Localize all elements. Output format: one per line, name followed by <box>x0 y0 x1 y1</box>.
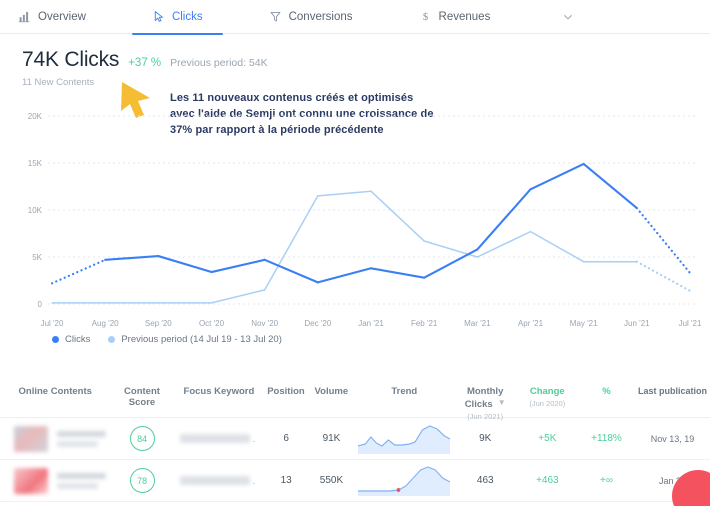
tab-revenues[interactable]: $ Revenues <box>417 0 493 34</box>
column-header-last-publication[interactable]: Last publication <box>635 386 710 397</box>
last-publication-cell: Nov 13, 19 <box>650 433 695 444</box>
focus-keyword-cell[interactable]: . <box>174 434 265 444</box>
tab-clicks[interactable]: Clicks <box>132 0 223 35</box>
content-thumbnail <box>14 467 48 494</box>
sort-monthly-clicks-caret-icon[interactable]: ▼ <box>498 397 506 408</box>
funnel-icon <box>269 10 282 23</box>
main-navigation: Overview Clicks Conversions $ Revenues <box>0 0 710 35</box>
svg-text:Mar '21: Mar '21 <box>464 319 491 328</box>
kpi-delta-badge: +37 % <box>128 57 162 69</box>
column-header-monthly-clicks-sub: (Jun 2021) <box>467 412 504 421</box>
kpi-header: 74K Clicks +37 % Previous period: 54K 11… <box>0 34 710 88</box>
tab-clicks-label: Clicks <box>171 10 203 23</box>
annotation-line-1: Les 11 nouveaux contenus créés et optimi… <box>170 92 414 104</box>
table-row[interactable]: 78 . 13 550K 463 +463 +∞ Jan 27 <box>0 460 710 502</box>
table-row[interactable]: 84 . 6 91K 9K +5K +118% Nov 13, 19 <box>0 418 710 460</box>
svg-text:May '21: May '21 <box>570 319 598 328</box>
legend-label-previous-period: Previous period (14 Jul 19 - 13 Jul 20) <box>121 334 282 345</box>
legend-item-previous-period[interactable]: Previous period (14 Jul 19 - 13 Jul 20) <box>108 334 282 345</box>
monthly-clicks-cell: 9K <box>479 433 492 444</box>
svg-text:Dec '20: Dec '20 <box>304 319 331 328</box>
column-header-online-contents[interactable]: Online Contents <box>0 386 110 397</box>
svg-text:Apr '21: Apr '21 <box>518 319 544 328</box>
svg-text:10K: 10K <box>28 206 43 215</box>
chart-legend: Clicks Previous period (14 Jul 19 - 13 J… <box>52 334 282 345</box>
percent-cell: +118% <box>591 433 622 444</box>
kpi-previous-period: Previous period: 54K <box>170 57 268 69</box>
legend-label-clicks: Clicks <box>65 334 91 345</box>
svg-text:$: $ <box>422 12 427 23</box>
monthly-clicks-cell: 463 <box>476 475 494 486</box>
trend-sparkline <box>358 465 451 496</box>
svg-text:Oct '20: Oct '20 <box>199 319 225 328</box>
tab-overview[interactable]: Overview <box>16 0 88 34</box>
content-cell[interactable] <box>0 467 111 494</box>
contents-table: Online Contents Content Score Focus Keyw… <box>0 370 710 502</box>
legend-dot-clicks <box>52 336 59 343</box>
column-header-focus-keyword[interactable]: Focus Keyword <box>174 386 265 397</box>
content-thumbnail <box>14 425 48 452</box>
table-body: 84 . 6 91K 9K +5K +118% Nov 13, 19 78 . … <box>0 418 710 502</box>
column-header-volume[interactable]: Volume <box>308 386 355 397</box>
column-header-content-score[interactable]: Content Score <box>110 386 173 408</box>
content-score-ring: 84 <box>129 426 155 451</box>
svg-text:Feb '21: Feb '21 <box>411 319 438 328</box>
trend-cell[interactable] <box>355 465 454 496</box>
bar-chart-icon <box>18 10 31 23</box>
svg-text:20K: 20K <box>28 112 43 121</box>
trend-sparkline <box>358 424 451 454</box>
tab-conversions[interactable]: Conversions <box>267 0 355 34</box>
position-cell: 6 <box>283 433 289 444</box>
content-score-ring: 78 <box>129 468 155 493</box>
dollar-icon: $ <box>419 10 432 23</box>
position-cell: 13 <box>280 475 292 486</box>
percent-cell: +∞ <box>599 475 613 486</box>
content-score-cell: 78 <box>111 468 174 493</box>
trend-cell[interactable] <box>355 424 454 454</box>
column-header-trend[interactable]: Trend <box>355 386 454 397</box>
focus-keyword-cell[interactable]: . <box>174 476 265 486</box>
tab-conversions-label: Conversions <box>288 10 353 23</box>
cursor-icon <box>152 10 165 23</box>
svg-text:Jun '21: Jun '21 <box>624 319 650 328</box>
clicks-line-chart[interactable]: 0 5K 10K 15K 20K Jul '20 Aug '20 Sep '20 Oct '20… <box>0 104 710 354</box>
svg-text:0: 0 <box>38 300 43 309</box>
svg-text:Sep '20: Sep '20 <box>145 319 172 328</box>
content-title-redacted <box>57 430 111 447</box>
svg-text:Jul '20: Jul '20 <box>41 319 64 328</box>
clicks-dashboard: Overview Clicks Conversions $ Revenues 7… <box>0 0 710 506</box>
tab-overview-label: Overview <box>38 10 86 23</box>
svg-text:Nov '20: Nov '20 <box>251 319 278 328</box>
column-header-change-sub: (Jun 2020) <box>529 399 566 408</box>
volume-cell: 550K <box>319 475 344 486</box>
legend-item-clicks[interactable]: Clicks <box>52 334 90 345</box>
svg-text:15K: 15K <box>28 159 43 168</box>
column-header-change[interactable]: Change (Jun 2020) <box>517 386 578 409</box>
content-cell[interactable] <box>0 425 111 452</box>
column-header-position[interactable]: Position <box>264 386 307 397</box>
column-header-change-label: Change <box>529 386 565 397</box>
svg-text:5K: 5K <box>32 253 42 262</box>
change-cell: +5K <box>538 433 557 444</box>
volume-cell: 91K <box>322 433 341 444</box>
svg-text:Jan '21: Jan '21 <box>358 319 384 328</box>
svg-text:Aug '20: Aug '20 <box>92 319 119 328</box>
more-tabs-chevron-down-icon[interactable] <box>562 11 574 23</box>
column-header-monthly-clicks[interactable]: Monthly Clicks ▼ (Jun 2021) <box>454 386 517 422</box>
content-score-cell: 84 <box>111 426 174 451</box>
change-cell: +463 <box>536 475 559 486</box>
tab-revenues-label: Revenues <box>438 10 491 23</box>
kpi-value: 74K Clicks <box>22 48 120 71</box>
svg-text:Jul '21: Jul '21 <box>679 319 702 328</box>
table-header-row: Online Contents Content Score Focus Keyw… <box>0 370 710 421</box>
content-title-redacted <box>57 472 111 489</box>
column-header-percent[interactable]: % <box>578 386 635 397</box>
legend-dot-previous-period <box>108 336 116 343</box>
